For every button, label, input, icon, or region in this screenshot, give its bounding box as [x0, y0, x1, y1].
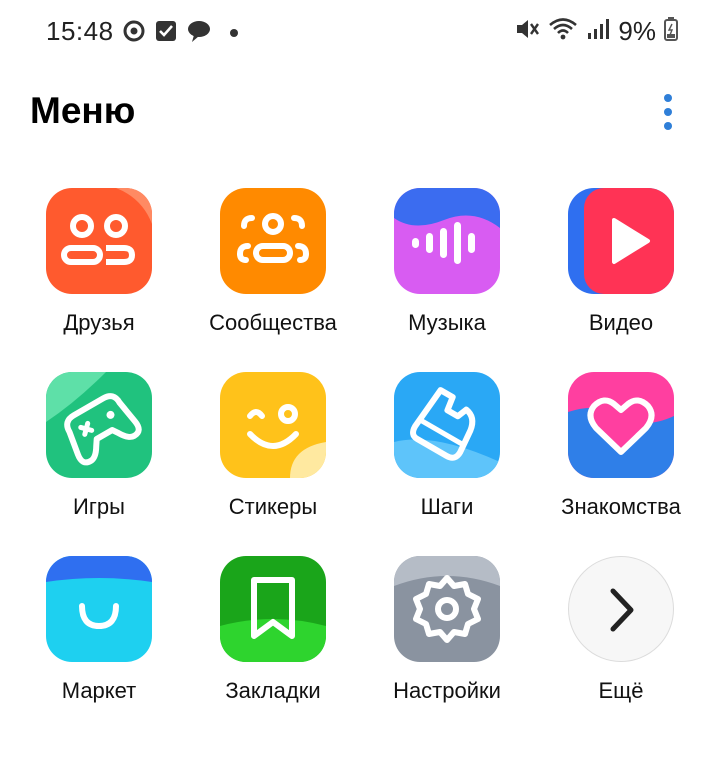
menu-item-label: Друзья	[63, 310, 135, 335]
steps-icon	[394, 372, 500, 478]
games-icon	[46, 372, 152, 478]
menu-grid: Друзья Сообщества Музыка Видео Игры Стик…	[12, 188, 708, 704]
status-time: 15:48	[46, 16, 114, 46]
bookmarks-icon	[220, 556, 326, 662]
menu-item-settings[interactable]: Настройки	[360, 556, 534, 704]
dot-icon	[229, 25, 239, 43]
menu-item-label: Игры	[73, 494, 125, 519]
menu-item-communities[interactable]: Сообщества	[186, 188, 360, 336]
dating-icon	[568, 372, 674, 478]
menu-item-label: Музыка	[408, 310, 486, 335]
status-bar: 15:48 9%	[0, 0, 720, 62]
menu-item-label: Настройки	[393, 678, 501, 703]
chat-bubble-icon	[186, 19, 212, 48]
menu-item-label: Шаги	[420, 494, 474, 519]
market-icon	[46, 556, 152, 662]
music-icon	[394, 188, 500, 294]
menu-item-steps[interactable]: Шаги	[360, 372, 534, 520]
wifi-icon	[548, 16, 578, 47]
menu-item-friends[interactable]: Друзья	[12, 188, 186, 336]
menu-item-label: Стикеры	[228, 494, 318, 519]
vk-circle-icon	[122, 19, 146, 48]
menu-item-label: Сообщества	[209, 310, 337, 335]
menu-item-label: Закладки	[225, 678, 321, 703]
mute-icon	[514, 16, 540, 47]
settings-icon	[394, 556, 500, 662]
status-right-icons: 9%	[514, 16, 678, 47]
menu-item-bookmarks[interactable]: Закладки	[186, 556, 360, 704]
menu-item-games[interactable]: Игры	[12, 372, 186, 520]
menu-item-label: Видео	[588, 310, 654, 335]
menu-item-music[interactable]: Музыка	[360, 188, 534, 336]
stickers-icon	[220, 372, 326, 478]
more-options-button[interactable]	[656, 90, 680, 134]
page-title: Меню	[30, 90, 136, 131]
more-dot	[664, 108, 672, 116]
menu-item-market[interactable]: Маркет	[12, 556, 186, 704]
video-icon	[568, 188, 674, 294]
menu-item-more[interactable]: Ещё	[534, 556, 708, 704]
menu-header: Меню	[30, 90, 690, 140]
menu-item-dating[interactable]: Знакомства	[534, 372, 708, 520]
menu-item-video[interactable]: Видео	[534, 188, 708, 336]
menu-item-label: Знакомства	[561, 494, 681, 519]
menu-item-label: Ещё	[598, 678, 644, 703]
battery-icon	[664, 17, 678, 46]
more-dot	[664, 122, 672, 130]
menu-item-label: Маркет	[61, 678, 137, 703]
battery-percent: 9%	[618, 16, 656, 46]
signal-icon	[586, 17, 610, 46]
communities-icon	[220, 188, 326, 294]
status-left-icons	[122, 19, 239, 48]
more-vertical-icon	[664, 94, 672, 102]
friends-icon	[46, 188, 152, 294]
menu-item-stickers[interactable]: Стикеры	[186, 372, 360, 520]
checkbox-icon	[155, 20, 177, 47]
chevron-right-icon	[568, 556, 674, 662]
